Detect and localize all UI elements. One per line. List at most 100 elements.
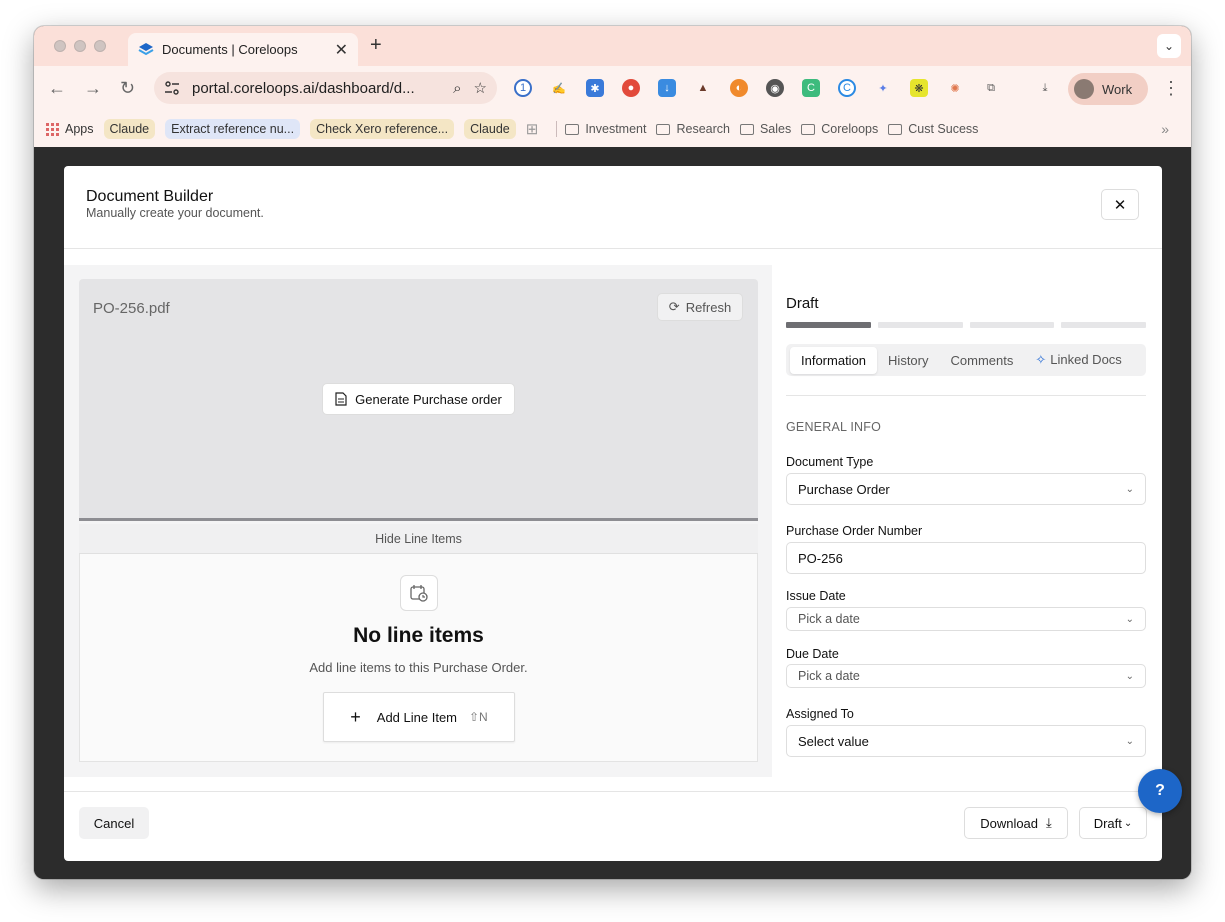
bookmarks-bar: Apps Claude Extract reference nu... Chec…: [34, 111, 1191, 147]
modal-header: Document Builder Manually create your do…: [64, 166, 1162, 249]
empty-state-title: No line items: [353, 624, 484, 647]
cancel-button[interactable]: Cancel: [79, 807, 149, 839]
close-window-button[interactable]: [54, 40, 66, 52]
refresh-icon: ⟳: [668, 299, 680, 314]
tab-history[interactable]: History: [877, 347, 939, 374]
extensions-puzzle-icon[interactable]: ⧉: [982, 79, 1000, 97]
tab-strip: Documents | Coreloops ✕ + ⌄: [34, 26, 1191, 66]
hide-line-items-toggle[interactable]: Hide Line Items: [79, 524, 758, 554]
browser-toolbar: ← → ↻ portal.coreloops.ai/dashboard/d...…: [34, 66, 1191, 111]
issue-date-picker[interactable]: Pick a date ⌄: [786, 607, 1146, 631]
blue-ring-extension-icon[interactable]: C: [838, 79, 856, 97]
more-bookmarks-chevron-icon[interactable]: »: [1161, 121, 1169, 137]
disk-extension-icon[interactable]: ◉: [766, 79, 784, 97]
page-backdrop: Document Builder Manually create your do…: [34, 147, 1191, 879]
gear-extension-icon[interactable]: ✱: [586, 79, 604, 97]
progress-step: [877, 322, 963, 328]
back-arrow-icon[interactable]: ←: [48, 78, 66, 99]
downloads-icon[interactable]: ⤓: [1036, 79, 1054, 97]
bookmark-label: Check Xero reference...: [316, 122, 449, 136]
download-button[interactable]: Download ⤓: [964, 807, 1068, 839]
bookmark-star-icon[interactable]: ☆: [474, 79, 487, 97]
profile-label: Work: [1102, 81, 1133, 97]
download-extension-icon[interactable]: ↓: [658, 79, 676, 97]
close-modal-button[interactable]: ✕: [1101, 189, 1139, 220]
site-settings-icon[interactable]: [164, 81, 180, 95]
hide-line-items-label: Hide Line Items: [375, 531, 462, 546]
chevron-down-icon: ⌄: [1123, 817, 1133, 829]
password-manager-extension-icon[interactable]: 1: [514, 79, 532, 97]
due-date-picker[interactable]: Pick a date ⌄: [786, 664, 1146, 688]
tab-linked-docs[interactable]: ✧ Linked Docs: [1024, 346, 1132, 374]
add-line-item-button[interactable]: + Add Line Item ⇧N: [323, 692, 515, 742]
bookmark-folder-cust-sucess[interactable]: Cust Sucess: [888, 122, 978, 136]
green-extension-icon[interactable]: C: [802, 79, 820, 97]
chevron-down-icon: ⌄: [1125, 483, 1134, 495]
assigned-to-value: Select value: [798, 733, 869, 749]
figure-extension-icon[interactable]: ▲: [694, 79, 712, 97]
document-type-value: Purchase Order: [798, 481, 890, 497]
refresh-label: Refresh: [685, 299, 732, 315]
assigned-to-select[interactable]: Select value ⌄: [786, 725, 1146, 757]
assigned-to-label: Assigned To: [786, 707, 854, 721]
profile-button[interactable]: Work: [1068, 73, 1148, 105]
new-tab-button[interactable]: +: [370, 34, 382, 57]
file-name: PO-256.pdf: [93, 300, 170, 317]
tab-close-icon[interactable]: ✕: [335, 40, 348, 60]
close-icon: ✕: [1113, 196, 1127, 214]
browser-menu-icon[interactable]: ⋮: [1162, 78, 1180, 99]
chevron-down-icon: ⌄: [1125, 613, 1134, 625]
modal-subtitle: Manually create your document.: [86, 206, 264, 220]
generate-purchase-order-button[interactable]: Generate Purchase order: [322, 383, 515, 415]
issue-date-placeholder: Pick a date: [798, 612, 860, 626]
bookmark-label: Claude: [109, 122, 150, 136]
draft-label: Draft: [1093, 815, 1122, 831]
draft-status-dropdown[interactable]: Draft ⌄: [1079, 807, 1147, 839]
bookmark-folder-investment[interactable]: Investment: [565, 122, 646, 136]
due-date-label: Due Date: [786, 647, 839, 661]
refresh-button[interactable]: ⟳ Refresh: [657, 293, 743, 321]
zoom-search-icon[interactable]: ⌕: [453, 80, 461, 97]
claude-extension-icon[interactable]: ✺: [946, 79, 964, 97]
avatar: [1074, 79, 1094, 99]
forward-arrow-icon[interactable]: →: [84, 78, 102, 99]
bookmark-folder-sales[interactable]: Sales: [739, 122, 791, 136]
tab-groups-icon[interactable]: ⊞: [526, 120, 539, 138]
browser-tab[interactable]: Documents | Coreloops ✕: [128, 33, 358, 66]
bookmark-claude[interactable]: Claude: [103, 119, 156, 139]
zoom-window-button[interactable]: [94, 40, 106, 52]
section-label: GENERAL INFO: [786, 420, 882, 434]
folder-icon: [739, 123, 754, 135]
folder-icon: [801, 123, 816, 135]
bookmark-label: Apps: [65, 122, 94, 136]
bookmark-apps[interactable]: Apps: [46, 122, 94, 136]
help-button[interactable]: ?: [1138, 769, 1182, 813]
keyboard-shortcut: ⇧N: [469, 710, 488, 724]
folder-icon: [565, 123, 580, 135]
address-bar[interactable]: portal.coreloops.ai/dashboard/d... ⌕ ☆: [154, 72, 497, 104]
bookmark-folder-coreloops[interactable]: Coreloops: [801, 122, 878, 136]
pokeball-extension-icon[interactable]: ●: [622, 79, 640, 97]
waveform-extension-icon[interactable]: ✦: [874, 79, 892, 97]
signature-extension-icon[interactable]: ✍: [550, 79, 568, 97]
po-number-input[interactable]: PO-256: [786, 542, 1146, 574]
minimize-window-button[interactable]: [74, 40, 86, 52]
download-icon: ⤓: [1046, 815, 1052, 830]
plus-icon: +: [350, 706, 361, 727]
url-text: portal.coreloops.ai/dashboard/d...: [192, 79, 415, 97]
yellow-star-extension-icon[interactable]: ❋: [910, 79, 928, 97]
bookmark-check-xero[interactable]: Check Xero reference...: [310, 119, 455, 139]
download-label: Download: [980, 815, 1039, 831]
orange-extension-icon[interactable]: ◐: [730, 79, 748, 97]
status-progress-bar: [786, 322, 1146, 328]
bookmark-claude-2[interactable]: Claude: [464, 119, 516, 139]
reload-icon[interactable]: ↻: [120, 78, 135, 99]
tab-comments[interactable]: Comments: [940, 347, 1025, 374]
tab-linked-docs-label: Linked Docs: [1050, 352, 1122, 367]
tab-information[interactable]: Information: [790, 346, 878, 374]
document-type-select[interactable]: Purchase Order ⌄: [786, 473, 1146, 505]
tab-search-chevron-icon[interactable]: ⌄: [1157, 34, 1181, 58]
calendar-clock-icon: [400, 575, 438, 611]
bookmark-folder-research[interactable]: Research: [656, 122, 730, 136]
bookmark-extract-reference[interactable]: Extract reference nu...: [165, 119, 301, 139]
